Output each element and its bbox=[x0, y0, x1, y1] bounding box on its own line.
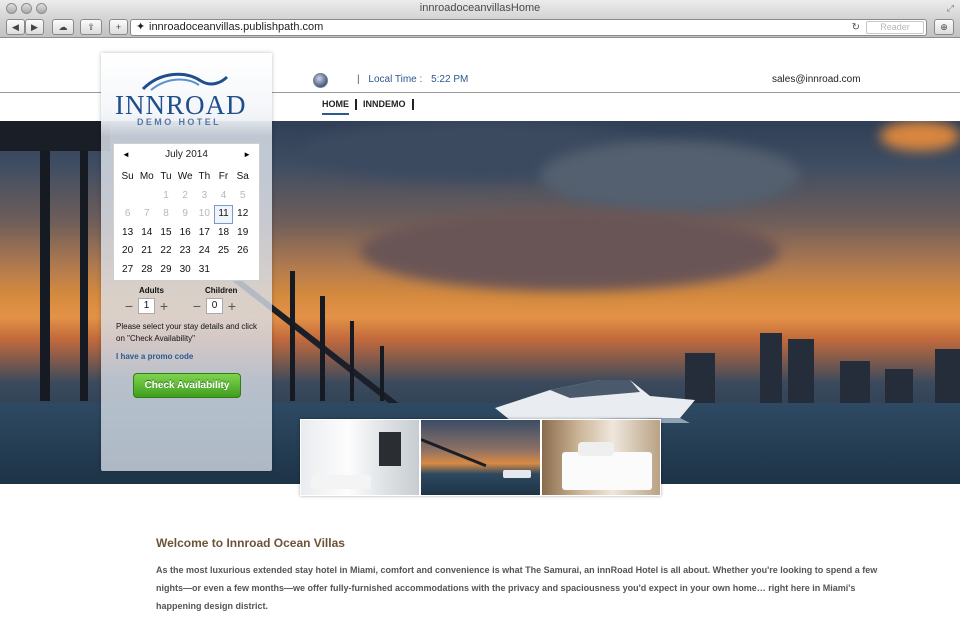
calendar-day: 5 bbox=[239, 189, 246, 201]
calendar-dow: We bbox=[177, 171, 193, 182]
calendar-day[interactable]: 28 bbox=[137, 261, 156, 280]
calendar-day[interactable]: 21 bbox=[137, 242, 156, 261]
calendar-day[interactable]: 24 bbox=[195, 242, 214, 261]
local-time-separator: | bbox=[357, 74, 360, 85]
calendar-day[interactable]: 27 bbox=[118, 261, 137, 280]
downloads-icon[interactable]: ⊕ bbox=[934, 19, 954, 35]
calendar: ◄ July 2014 ► Su Mo Tu We Th Fr Sa 1 2 3 4 5 6 7 8 9 10 1… bbox=[113, 143, 260, 281]
adults-minus-button[interactable]: − bbox=[123, 299, 135, 313]
calendar-day[interactable]: 13 bbox=[118, 224, 137, 243]
calendar-day: 3 bbox=[201, 189, 208, 201]
promo-code-link[interactable]: I have a promo code bbox=[116, 352, 193, 361]
adults-input[interactable]: 1 bbox=[138, 298, 155, 314]
forward-button[interactable]: ▶ bbox=[25, 19, 44, 35]
icloud-icon[interactable]: ☁ bbox=[52, 19, 74, 35]
calendar-dow: Sa bbox=[236, 171, 249, 182]
back-button[interactable]: ◀ bbox=[6, 19, 25, 35]
thumbnail-bedroom[interactable] bbox=[541, 420, 660, 495]
welcome-heading: Welcome to Innroad Ocean Villas bbox=[156, 536, 345, 550]
calendar-dow: Su bbox=[121, 171, 134, 182]
adults-label: Adults bbox=[139, 286, 164, 295]
calendar-empty-cell bbox=[118, 187, 137, 206]
calendar-day[interactable]: 22 bbox=[156, 242, 175, 261]
minimize-window-button[interactable] bbox=[21, 3, 32, 14]
nav-home[interactable]: HOME bbox=[322, 99, 357, 115]
logo-waves-icon bbox=[141, 72, 229, 91]
calendar-day: 7 bbox=[144, 208, 150, 220]
reader-button[interactable]: Reader bbox=[866, 21, 924, 34]
calendar-day-selected[interactable]: 11 bbox=[213, 205, 234, 224]
thumbnail-living-room[interactable] bbox=[301, 420, 420, 495]
calendar-empty-cell bbox=[214, 261, 233, 280]
zoom-window-button[interactable] bbox=[36, 3, 47, 14]
calendar-day[interactable]: 23 bbox=[176, 242, 195, 261]
calendar-month-label: July 2014 bbox=[165, 149, 208, 160]
logo-name[interactable]: INNROAD bbox=[115, 91, 247, 119]
window-titlebar: innroadoceanvillasHome ⤢ bbox=[0, 0, 960, 17]
logo-subtitle: DEMO HOTEL bbox=[137, 117, 221, 127]
calendar-day[interactable]: 29 bbox=[156, 261, 175, 280]
new-tab-button[interactable]: + bbox=[109, 19, 128, 35]
local-time-value: 5:22 PM bbox=[431, 74, 469, 85]
share-icon[interactable]: ⇪ bbox=[80, 19, 102, 35]
calendar-day[interactable]: 15 bbox=[156, 224, 175, 243]
calendar-day[interactable]: 25 bbox=[214, 242, 233, 261]
calendar-dow: Tu bbox=[160, 171, 172, 182]
calendar-dow: Mo bbox=[139, 171, 154, 182]
address-bar[interactable]: ✦ innroadoceanvillas.publishpath.com ↻ R… bbox=[130, 19, 927, 36]
booking-panel: INNROAD DEMO HOTEL ◄ July 2014 ► Su Mo Tu W… bbox=[101, 53, 272, 471]
calendar-day: 9 bbox=[182, 208, 188, 220]
adults-plus-button[interactable]: + bbox=[158, 299, 170, 313]
welcome-paragraph: As the most luxurious extended stay hote… bbox=[156, 565, 878, 611]
children-minus-button[interactable]: − bbox=[191, 299, 203, 313]
url-text: innroadoceanvillas.publishpath.com bbox=[149, 21, 324, 33]
globe-icon bbox=[313, 73, 328, 88]
calendar-day: 8 bbox=[163, 208, 169, 220]
reload-icon[interactable]: ↻ bbox=[852, 20, 860, 35]
calendar-day: 4 bbox=[220, 189, 227, 201]
calendar-day[interactable]: 14 bbox=[137, 224, 156, 243]
browser-toolbar: ◀ ▶ ☁ ⇪ + ✦ innroadoceanvillas.publishpa… bbox=[0, 17, 960, 38]
calendar-day: 6 bbox=[124, 208, 131, 220]
calendar-day[interactable]: 16 bbox=[176, 224, 195, 243]
calendar-empty-cell bbox=[137, 187, 156, 206]
local-time: | Local Time : 5:22 PM bbox=[357, 74, 468, 85]
children-label: Children bbox=[205, 286, 238, 295]
calendar-day[interactable]: 12 bbox=[233, 205, 252, 224]
window-title: innroadoceanvillasHome bbox=[419, 2, 541, 14]
adults-stepper: − 1 + bbox=[123, 298, 170, 314]
calendar-next-button[interactable]: ► bbox=[243, 147, 251, 163]
fullscreen-icon[interactable]: ⤢ bbox=[947, 0, 954, 17]
site-favicon-icon: ✦ bbox=[136, 21, 146, 33]
calendar-empty-cell bbox=[233, 261, 252, 280]
calendar-day[interactable]: 31 bbox=[195, 261, 214, 280]
calendar-day[interactable]: 17 bbox=[195, 224, 214, 243]
children-stepper: − 0 + bbox=[191, 298, 238, 314]
local-time-label: Local Time : bbox=[368, 74, 423, 85]
calendar-day[interactable]: 19 bbox=[233, 224, 252, 243]
main-nav: HOME INNDEMO bbox=[322, 99, 420, 115]
calendar-day[interactable]: 30 bbox=[176, 261, 195, 280]
check-availability-button[interactable]: Check Availability bbox=[133, 373, 241, 398]
thumbnail-bridge-sunset[interactable] bbox=[421, 420, 540, 495]
close-window-button[interactable] bbox=[6, 3, 17, 14]
calendar-dow: Fr bbox=[218, 171, 229, 182]
calendar-dow: Th bbox=[198, 171, 211, 182]
children-input[interactable]: 0 bbox=[206, 298, 223, 314]
calendar-day: 10 bbox=[198, 208, 210, 220]
calendar-day: 2 bbox=[182, 189, 188, 201]
calendar-day[interactable]: 18 bbox=[214, 224, 233, 243]
contact-email-link[interactable]: sales@innroad.com bbox=[772, 74, 861, 85]
boat-shape bbox=[495, 380, 695, 423]
calendar-day[interactable]: 26 bbox=[233, 242, 252, 261]
calendar-grid: Su Mo Tu We Th Fr Sa 1 2 3 4 5 6 7 8 9 10 11 12 13 14 15 16 17 1… bbox=[118, 168, 257, 280]
nav-inndemo[interactable]: INNDEMO bbox=[363, 99, 414, 110]
children-plus-button[interactable]: + bbox=[226, 299, 238, 313]
booking-instructions: Please select your stay details and clic… bbox=[116, 322, 257, 343]
calendar-day: 1 bbox=[163, 189, 169, 201]
thumbnail-strip bbox=[300, 419, 661, 496]
calendar-day[interactable]: 20 bbox=[118, 242, 137, 261]
